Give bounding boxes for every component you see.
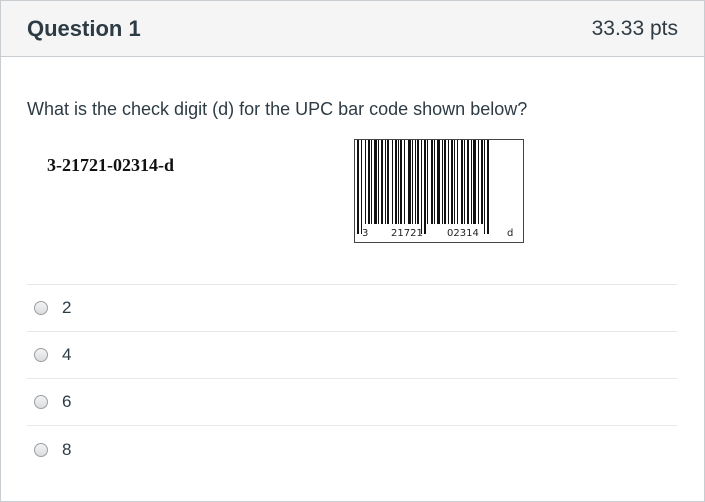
barcode-bar: [387, 140, 389, 224]
question-body: What is the check digit (d) for the UPC …: [27, 99, 678, 120]
barcode-bar: [467, 140, 469, 224]
barcode-bar: [454, 140, 455, 224]
barcode-bar: [400, 140, 402, 224]
barcode-bar: [357, 140, 359, 234]
answer-label: 4: [62, 345, 72, 364]
barcode-group1: 21721: [391, 228, 423, 239]
barcode-bar: [424, 140, 426, 234]
barcode-bar: [421, 140, 422, 234]
question-title: Question 1: [27, 15, 141, 41]
barcode-check-digit: d: [507, 228, 513, 239]
barcode-bar: [365, 140, 366, 224]
barcode-bar: [471, 140, 472, 224]
barcode-bar: [478, 140, 479, 224]
barcode-bar: [464, 140, 465, 224]
barcode-bar: [448, 140, 449, 224]
radio-button[interactable]: [34, 442, 48, 457]
barcode-bar: [371, 140, 372, 224]
barcode-left-digit: 3: [362, 228, 368, 239]
answer-option-0[interactable]: 2: [27, 285, 677, 332]
barcode-bar: [417, 140, 419, 224]
question-points: 33.33 pts: [591, 16, 678, 40]
barcode-bar: [385, 140, 386, 224]
question-text: What is the check digit (d) for the UPC …: [27, 99, 528, 119]
barcode-bar: [481, 140, 483, 224]
upc-code-label: 3-21721-02314-d: [47, 155, 174, 175]
barcode-bar: [473, 140, 476, 224]
barcode-bar: [487, 140, 489, 234]
barcode-bar: [431, 140, 433, 224]
barcode-bar: [457, 140, 458, 224]
answer-option-3[interactable]: 8: [27, 426, 677, 473]
barcode-bar: [461, 140, 463, 224]
barcode-bar: [444, 140, 446, 224]
barcode-group2: 02314: [447, 228, 479, 239]
question-header: Question 1 33.33 pts: [1, 1, 704, 57]
answer-option-2[interactable]: 6: [27, 379, 677, 426]
barcode-bar: [442, 140, 443, 224]
barcode-bar: [437, 140, 440, 224]
radio-button[interactable]: [34, 348, 48, 362]
barcode-bar: [398, 140, 399, 224]
barcode-bar: [427, 140, 428, 224]
barcode-bar: [361, 140, 362, 234]
answer-option-1[interactable]: 4: [27, 332, 677, 379]
barcode-bar: [368, 140, 370, 224]
answer-label: 2: [62, 298, 72, 317]
barcode-bar: [451, 140, 453, 224]
barcode-bar: [378, 140, 379, 224]
barcode-bar: [434, 140, 435, 224]
barcode-bar: [415, 140, 416, 224]
barcode-bar: [408, 140, 411, 224]
question-card: Question 1 33.33 pts What is the check d…: [0, 0, 705, 502]
barcode-bar: [395, 140, 397, 224]
barcode-bar: [404, 140, 405, 224]
radio-button[interactable]: [34, 395, 48, 409]
upc-barcode-image: 3 21721 02314 d: [354, 139, 524, 243]
radio-button[interactable]: [34, 301, 48, 315]
answer-label: 8: [62, 439, 72, 459]
barcode-bar: [412, 140, 413, 224]
barcode-bar: [484, 140, 485, 234]
barcode-bar: [381, 140, 383, 224]
answer-list: 2 4 6 8: [27, 284, 677, 473]
answer-label: 6: [62, 392, 72, 411]
barcode-bar: [392, 140, 393, 224]
barcode-bar: [374, 140, 377, 224]
